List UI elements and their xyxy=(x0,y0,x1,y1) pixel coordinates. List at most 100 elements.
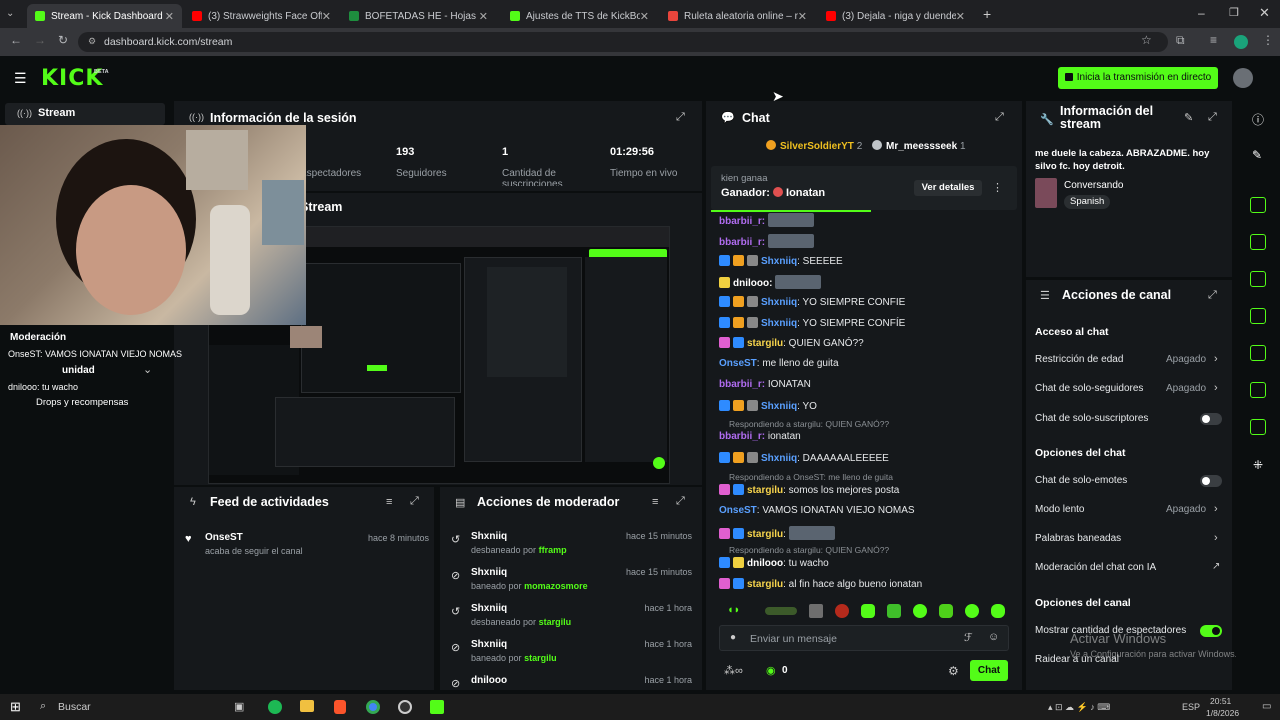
task-view-icon[interactable]: ▣ xyxy=(234,700,244,713)
taskbar-search-icon[interactable]: ⌕ xyxy=(40,700,46,713)
filter-icon[interactable]: ≡ xyxy=(386,496,392,508)
rail-bolt-icon[interactable] xyxy=(1250,234,1266,250)
tab-search-icon[interactable]: ⌄ xyxy=(6,8,14,19)
details-button[interactable]: Ver detalles xyxy=(914,180,982,196)
chat-username[interactable]: Shxniiq xyxy=(761,318,797,329)
rail-widget-icon[interactable] xyxy=(1250,197,1266,213)
browser-tab[interactable]: Ruleta aleatoria online – ruleta✕ xyxy=(660,4,815,28)
taskbar-search-field[interactable]: Buscar xyxy=(58,701,91,713)
mod-by-user[interactable]: stargilu xyxy=(524,653,557,663)
chat-username[interactable]: Shxniiq xyxy=(761,401,797,412)
url-field[interactable]: dashboard.kick.com/stream xyxy=(78,32,1168,52)
chat-username[interactable]: stargilu xyxy=(747,485,783,496)
external-link-icon[interactable]: ↗ xyxy=(1212,561,1220,572)
emote-icon[interactable] xyxy=(835,604,849,618)
browser-menu-icon[interactable]: ⋮ xyxy=(1262,33,1274,47)
mod-by-user[interactable]: stargilu xyxy=(539,617,572,627)
tab-close-icon[interactable]: ✕ xyxy=(322,10,331,23)
obs-icon[interactable] xyxy=(398,700,412,714)
mod-target-user[interactable]: Shxniiq xyxy=(471,567,507,578)
file-explorer-icon[interactable] xyxy=(300,700,314,712)
filter-icon[interactable]: ≡ xyxy=(652,496,658,508)
rail-wrench-icon[interactable] xyxy=(1250,419,1266,435)
tab-close-icon[interactable]: ✕ xyxy=(798,10,807,23)
setting-toggle[interactable] xyxy=(1200,625,1222,637)
kick-app-icon[interactable] xyxy=(430,700,444,714)
notifications-icon[interactable]: ▭ xyxy=(1262,701,1271,712)
mod-by-user[interactable]: fframp xyxy=(539,545,567,555)
new-tab-icon[interactable]: + xyxy=(983,6,991,22)
chat-username[interactable]: OnseST xyxy=(719,358,757,369)
setting-label[interactable]: Chat de solo-emotes xyxy=(1035,475,1127,486)
bookmark-star-icon[interactable]: ☆ xyxy=(1141,33,1152,47)
brave-icon[interactable] xyxy=(334,700,346,714)
tab-close-icon[interactable]: ✕ xyxy=(165,10,174,23)
top-gifter-1[interactable]: SilverSoldierYT 2 xyxy=(766,140,862,152)
tab-close-icon[interactable]: ✕ xyxy=(956,10,965,23)
user-avatar[interactable] xyxy=(1233,68,1253,88)
chat-username[interactable]: dnilooo: xyxy=(733,278,772,289)
emoji-icon[interactable]: ☺ xyxy=(988,631,999,643)
mod-target-user[interactable]: Shxniiq xyxy=(471,531,507,542)
setting-label[interactable]: Moderación del chat con IA xyxy=(1035,562,1156,573)
mod-target-user[interactable]: Shxniiq xyxy=(471,639,507,650)
chevron-right-icon[interactable]: › xyxy=(1214,382,1218,394)
maximize-icon[interactable]: ❐ xyxy=(1229,6,1239,19)
pencil-icon[interactable]: ✎ xyxy=(1252,148,1262,162)
chevron-right-icon[interactable]: › xyxy=(1214,532,1218,544)
mod-target-user[interactable]: Shxniiq xyxy=(471,603,507,614)
reload-icon[interactable]: ↻ xyxy=(58,33,68,47)
chat-username[interactable]: dnilooo xyxy=(747,558,783,569)
profile-icon[interactable] xyxy=(1234,35,1248,49)
media-icon[interactable]: ≡ xyxy=(1210,33,1217,47)
windows-start-icon[interactable]: ⊞ xyxy=(10,699,21,715)
clock-time[interactable]: 20:51 xyxy=(1210,696,1231,706)
chat-send-button[interactable]: Chat xyxy=(970,660,1008,681)
chat-username[interactable]: bbarbii_r: xyxy=(719,431,765,442)
minimize-icon[interactable]: – xyxy=(1198,6,1205,20)
chrome-icon[interactable] xyxy=(366,700,380,714)
popout-icon[interactable]: ⤢ xyxy=(410,495,419,508)
chat-username[interactable]: stargilu xyxy=(747,529,783,540)
emote-icon[interactable] xyxy=(991,604,1005,618)
chat-username[interactable]: Shxniiq xyxy=(761,453,797,464)
popout-icon[interactable]: ⤢ xyxy=(676,111,685,124)
tab-close-icon[interactable]: ✕ xyxy=(479,10,488,23)
format-icon[interactable]: ℱ xyxy=(964,631,973,644)
chat-username[interactable]: stargilu xyxy=(747,579,783,590)
popout-icon[interactable]: ⤢ xyxy=(1208,289,1217,302)
site-info-icon[interactable]: ⚙ xyxy=(88,36,96,47)
emote-icon[interactable] xyxy=(887,604,901,618)
popout-icon[interactable]: ⤢ xyxy=(1208,111,1217,124)
rail-chat-icon[interactable] xyxy=(1250,308,1266,324)
mod-target-user[interactable]: dnilooo xyxy=(471,675,507,686)
browser-tab[interactable]: (3) Strawweights Face Off in Ep✕ xyxy=(184,4,339,28)
setting-label[interactable]: Chat de solo-seguidores xyxy=(1035,383,1143,394)
popout-icon[interactable]: ⤢ xyxy=(995,111,1004,124)
chat-username[interactable]: bbarbii_r: xyxy=(719,237,765,248)
info-icon[interactable]: ⓘ xyxy=(1252,111,1264,128)
emote-icon[interactable] xyxy=(913,604,927,618)
rail-clipboard-icon[interactable] xyxy=(1250,271,1266,287)
gear-icon[interactable]: ⚙ xyxy=(948,664,959,678)
add-widget-icon[interactable]: ⁜ xyxy=(1253,458,1263,472)
chat-username[interactable]: Shxniiq xyxy=(761,297,797,308)
chevron-right-icon[interactable]: › xyxy=(1214,353,1218,365)
chat-username[interactable]: OnseST xyxy=(719,505,757,516)
window-close-icon[interactable]: ✕ xyxy=(1259,5,1270,21)
setting-toggle[interactable] xyxy=(1200,475,1222,487)
more-icon[interactable]: ⋮ xyxy=(992,181,1003,194)
chevron-down-icon[interactable]: ⌄ xyxy=(143,363,152,376)
mod-by-user[interactable]: momazosmore xyxy=(524,581,588,591)
edit-icon[interactable]: ✎ xyxy=(1184,111,1193,124)
spotify-icon[interactable] xyxy=(268,700,282,714)
chat-username[interactable]: Shxniiq xyxy=(761,256,797,267)
emote-icon[interactable] xyxy=(861,604,875,618)
browser-tab[interactable]: Ajustes de TTS de KickBot ✕ xyxy=(502,4,657,28)
rail-sliders-icon[interactable] xyxy=(1250,382,1266,398)
hamburger-menu-icon[interactable]: ☰ xyxy=(14,70,27,87)
emote-icon[interactable] xyxy=(965,604,979,618)
popout-icon[interactable]: ⤢ xyxy=(676,495,685,508)
chat-reply-context[interactable]: Respondiendo a OnseST: me lleno de guita xyxy=(719,472,893,482)
tray-icons[interactable]: ▴ ⊡ ☁ ⚡ ♪ ⌨ xyxy=(1048,702,1110,713)
